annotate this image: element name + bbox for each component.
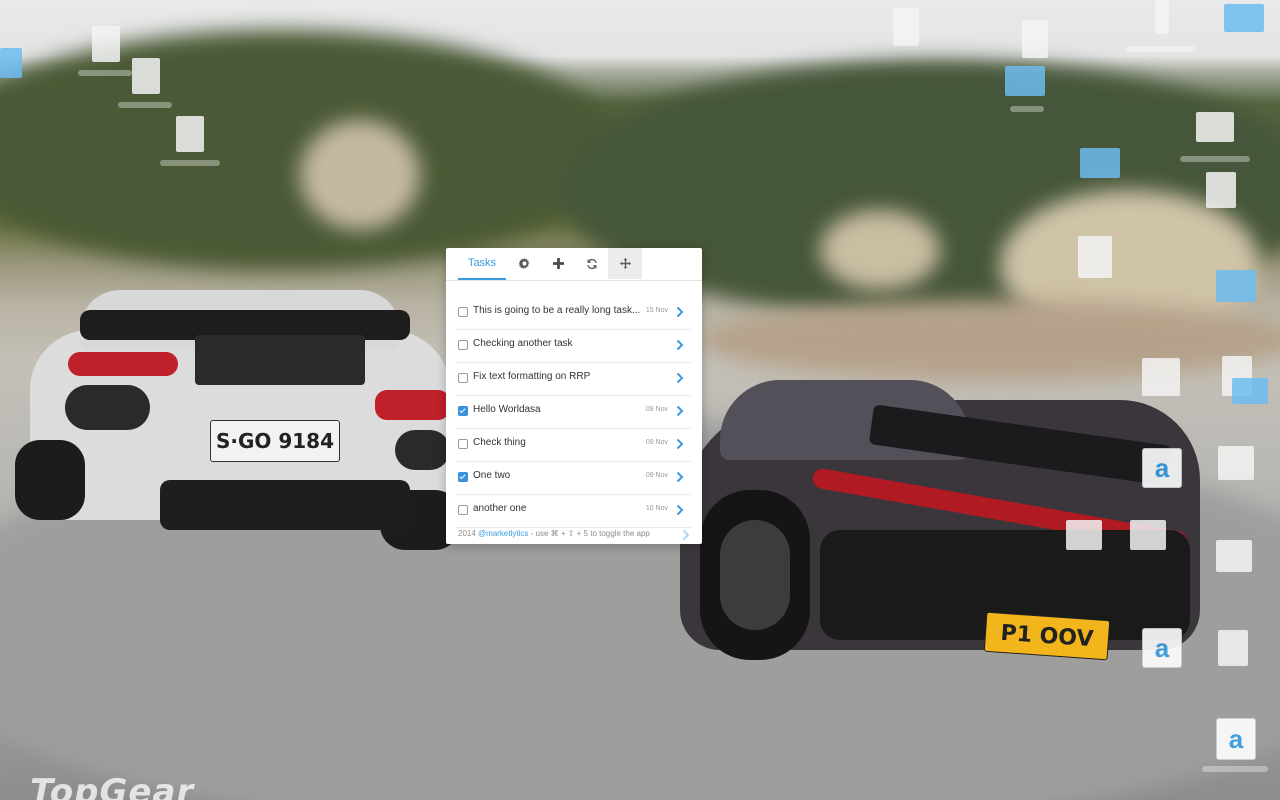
file-label (1180, 156, 1250, 162)
file-icon[interactable] (1216, 540, 1252, 572)
task-checkbox[interactable] (458, 373, 468, 383)
tab-settings[interactable] (510, 248, 538, 279)
chevron-right-icon (682, 528, 690, 541)
file-icon[interactable] (1066, 520, 1102, 550)
plus-icon (552, 258, 564, 269)
rock-left (300, 120, 420, 230)
task-title: Hello Worldasa (473, 404, 541, 415)
chevron-right-icon[interactable] (676, 305, 684, 318)
marketlytics-link[interactable]: @marketlytics (478, 529, 528, 538)
task-checkbox[interactable] (458, 340, 468, 350)
file-icon[interactable] (1078, 236, 1112, 278)
file-icon[interactable] (893, 8, 919, 46)
file-icon[interactable] (1206, 172, 1236, 208)
tab-tasks[interactable]: Tasks (458, 248, 506, 280)
tab-move[interactable] (608, 248, 642, 279)
app-icon[interactable]: a (1142, 628, 1182, 668)
task-row[interactable]: Check thing 09 Nov (456, 429, 692, 462)
task-checkbox[interactable] (458, 472, 468, 482)
app-icon[interactable]: a (1142, 448, 1182, 488)
move-icon (619, 258, 631, 269)
file-icon[interactable] (1196, 112, 1234, 142)
footer-text: 2014 @marketlytics - use ⌘ + ⇧ + 5 to to… (458, 529, 650, 538)
folder-icon[interactable] (1080, 148, 1120, 178)
task-title: Fix text formatting on RRP (473, 371, 591, 382)
file-icon[interactable] (1130, 520, 1166, 550)
task-title: another one (473, 503, 527, 514)
task-date: 09 Nov (645, 406, 668, 413)
file-icon[interactable] (1218, 446, 1254, 480)
tab-add-task[interactable] (544, 248, 572, 279)
tab-tasks-label: Tasks (467, 257, 497, 269)
task-checkbox[interactable] (458, 439, 468, 449)
tab-bar: Tasks (446, 248, 702, 281)
file-icon[interactable] (1218, 630, 1248, 666)
task-date: 09 Nov (645, 439, 668, 446)
file-label (160, 160, 220, 166)
file-icon[interactable] (1155, 0, 1169, 34)
task-list: This is going to be a really long task..… (456, 297, 692, 528)
task-title: Checking another task (473, 338, 573, 349)
license-plate-black-car: P1 OOV (983, 611, 1111, 661)
license-plate-white-car: S·GO 9184 (210, 420, 340, 462)
task-checkbox[interactable] (458, 406, 468, 416)
file-icon[interactable] (92, 26, 120, 62)
folder-icon[interactable] (1232, 378, 1268, 404)
tasks-panel: Tasks This is going to be a really long … (446, 248, 702, 544)
task-title: This is going to be a really long task..… (473, 305, 641, 316)
file-icon[interactable] (1022, 20, 1048, 58)
chevron-right-icon[interactable] (676, 470, 684, 483)
folder-icon[interactable] (0, 48, 22, 78)
rock-right-2 (820, 210, 940, 290)
task-checkbox[interactable] (458, 505, 468, 515)
task-row[interactable]: One two 09 Nov (456, 462, 692, 495)
folder-icon[interactable] (1224, 4, 1264, 32)
topgear-logo: TopGear (30, 772, 195, 800)
task-row[interactable]: Fix text formatting on RRP (456, 363, 692, 396)
file-label (118, 102, 172, 108)
file-icon[interactable] (176, 116, 204, 152)
folder-icon[interactable] (1005, 66, 1045, 96)
folder-icon[interactable] (1216, 270, 1256, 302)
task-row[interactable]: another one 10 Nov (456, 495, 692, 528)
file-label (1126, 46, 1196, 52)
footer-year: 2014 (458, 529, 476, 538)
task-row[interactable]: This is going to be a really long task..… (456, 297, 692, 330)
file-icon[interactable] (132, 58, 160, 94)
footer-shortcut-hint: - use ⌘ + ⇧ + 5 to toggle the app (530, 529, 650, 538)
black-car: P1 OOV (620, 380, 1210, 680)
file-label (78, 70, 132, 76)
task-checkbox[interactable] (458, 307, 468, 317)
track-barrier (700, 300, 1280, 380)
app-icon[interactable]: a (1216, 718, 1256, 760)
task-date: 10 Nov (645, 505, 668, 512)
folder-label (1010, 106, 1044, 112)
file-icon[interactable] (1142, 358, 1180, 396)
refresh-icon (586, 258, 598, 270)
gear-icon (518, 258, 530, 269)
task-title: One two (473, 470, 511, 481)
task-row[interactable]: Checking another task (456, 330, 692, 363)
app-label (1202, 766, 1268, 772)
task-row[interactable]: Hello Worldasa 09 Nov (456, 396, 692, 429)
chevron-right-icon[interactable] (676, 437, 684, 450)
white-car: S·GO 9184 (15, 290, 460, 550)
task-date: 15 Nov (645, 307, 668, 314)
chevron-right-icon[interactable] (676, 503, 684, 516)
chevron-right-icon[interactable] (676, 371, 684, 384)
chevron-right-icon[interactable] (676, 404, 684, 417)
chevron-right-icon[interactable] (676, 338, 684, 351)
task-date: 09 Nov (645, 472, 668, 479)
tab-refresh[interactable] (578, 248, 606, 279)
task-title: Check thing (473, 437, 526, 448)
